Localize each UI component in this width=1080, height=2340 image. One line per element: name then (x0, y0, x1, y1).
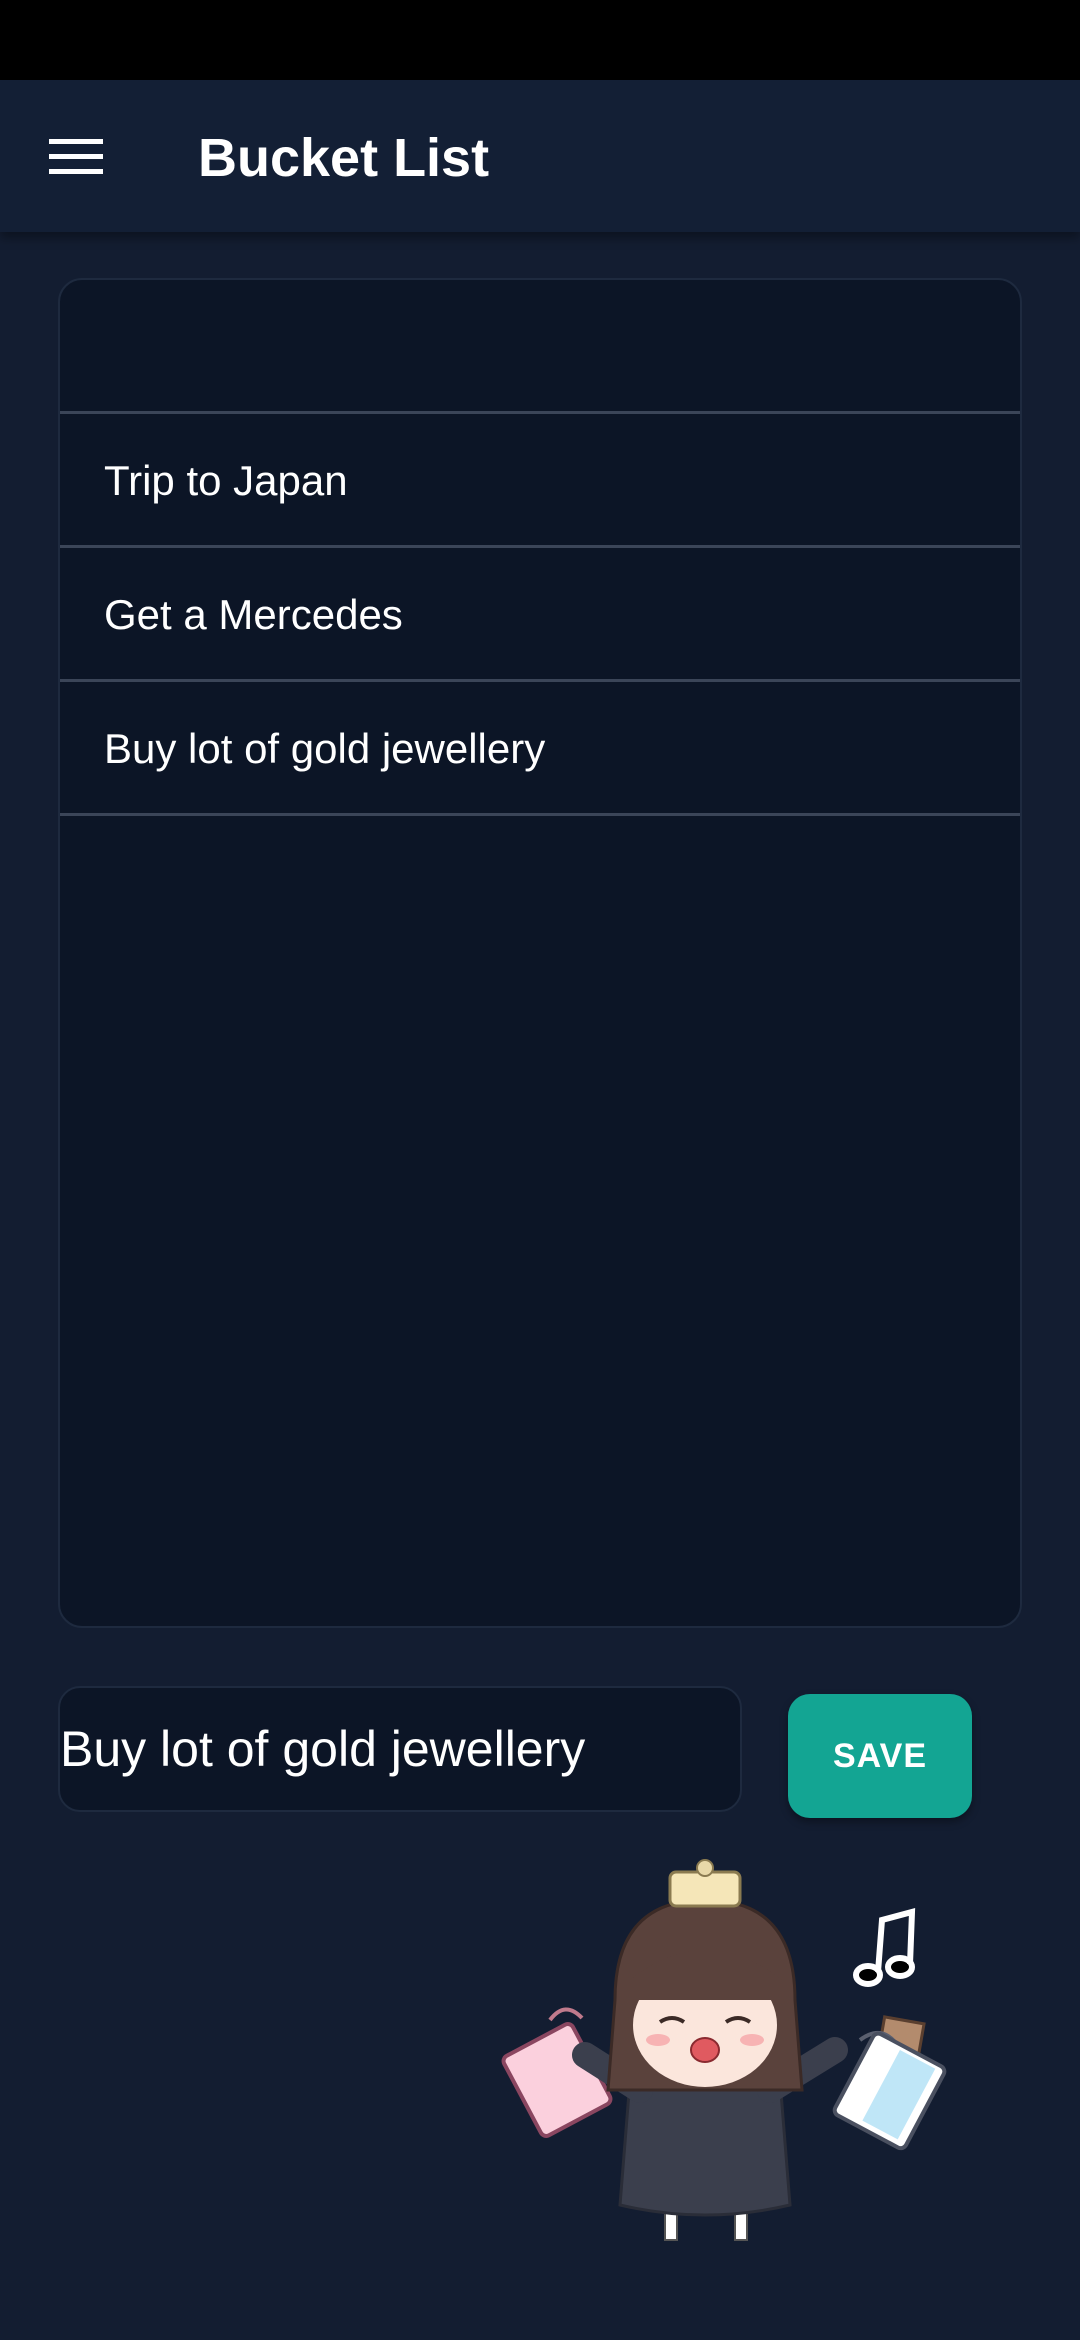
list-item-label: Buy lot of gold jewellery (104, 725, 546, 772)
music-note-icon (853, 1908, 916, 1987)
list-item[interactable]: Trip to Japan (60, 414, 1020, 548)
page-title: Bucket List (198, 128, 490, 188)
blue-shopping-bag (832, 2015, 947, 2151)
list-item[interactable]: Buy lot of gold jewellery (60, 682, 1020, 816)
item-input[interactable] (60, 1688, 740, 1810)
list-item-label: Get a Mercedes (104, 591, 403, 638)
chibi-girl-shopping-sticker (501, 1859, 947, 2241)
bucket-list[interactable]: Trip to Japan Get a Mercedes Buy lot of … (58, 278, 1022, 1628)
status-bar (0, 0, 1080, 80)
list-item-label: Trip to Japan (104, 457, 348, 504)
list-item[interactable] (60, 280, 1020, 414)
app-bar: Bucket List (0, 80, 1080, 232)
list-item[interactable]: Get a Mercedes (60, 548, 1020, 682)
save-button[interactable]: SAVE (788, 1694, 972, 1818)
item-input-container (58, 1686, 742, 1812)
menu-button[interactable] (36, 122, 116, 192)
hamburger-menu-icon (49, 139, 103, 174)
